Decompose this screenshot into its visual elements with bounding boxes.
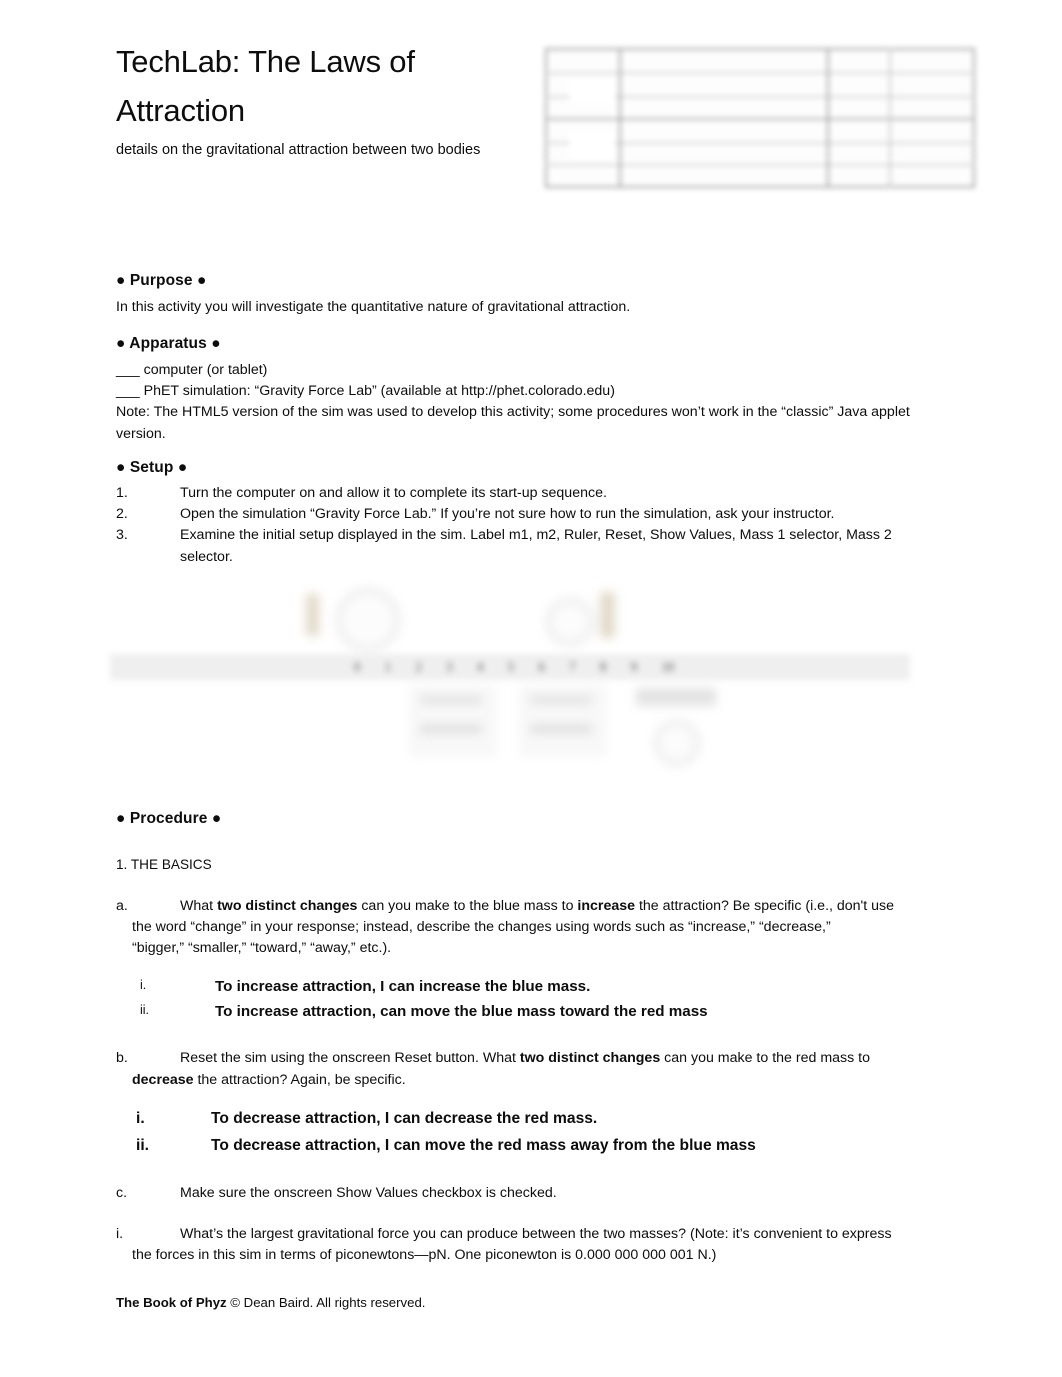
- sim-controls-layer: [108, 578, 918, 778]
- item-b-line2-post: the attraction? Again, be specific.: [193, 1072, 406, 1088]
- procedure-item-b: b. Reset the sim using the onscreen Rese…: [116, 1048, 944, 1070]
- item-a-bold-2: increase: [577, 898, 636, 914]
- answer-b-i: i. To decrease attraction, I can decreas…: [136, 1110, 936, 1128]
- answer-text: To decrease attraction, I can decrease t…: [211, 1110, 598, 1127]
- list-marker: i.: [116, 1226, 124, 1242]
- footer: The Book of Phyz © Dean Baird. All right…: [116, 1295, 425, 1310]
- table-gridline: [545, 72, 975, 74]
- item-a-line1-mid: can you make to the blue mass to: [357, 898, 578, 914]
- setup-step-2: 2. Open the simulation “Gravity Force La…: [116, 504, 936, 526]
- answer-marker: i.: [140, 978, 147, 992]
- table-gridline: [545, 118, 975, 120]
- list-marker: c.: [116, 1185, 128, 1201]
- list-marker: 3.: [116, 527, 128, 543]
- list-marker: 1.: [116, 485, 128, 501]
- footer-brand: The Book of Phyz: [116, 1295, 227, 1310]
- item-b-line2: decrease the attraction? Again, be speci…: [132, 1070, 944, 1092]
- mass-2-label-line: [530, 696, 592, 704]
- table-gridline: [827, 48, 829, 188]
- answer-a-ii: ii. To increase attraction, can move the…: [140, 1003, 940, 1020]
- list-marker: b.: [116, 1050, 128, 1066]
- table-gridline: [545, 164, 975, 166]
- table-cell: [569, 132, 615, 160]
- reset-button-icon: [654, 720, 700, 766]
- mass-1-label-line: [420, 696, 482, 704]
- item-a-line3: “bigger,” “smaller,” “toward,” “away,” e…: [132, 940, 392, 956]
- page-title: TechLab: The Laws of Attraction: [116, 44, 415, 128]
- list-text: Make sure the onscreen Show Values check…: [180, 1185, 557, 1201]
- show-values-checkbox-row: [636, 688, 716, 706]
- answer-marker: i.: [136, 1110, 145, 1127]
- table-gridline: [619, 48, 621, 188]
- item-a-bold-1: two distinct changes: [217, 898, 358, 914]
- item-b-line1-post: can you make to the red mass to: [660, 1050, 870, 1066]
- page-subtitle: details on the gravitational attraction …: [116, 141, 481, 158]
- answer-b-ii: ii. To decrease attraction, I can move t…: [136, 1137, 936, 1155]
- answer-text: To increase attraction, can move the blu…: [215, 1003, 708, 1020]
- procedure-item-c: c. Make sure the onscreen Show Values ch…: [116, 1183, 944, 1205]
- purpose-body: In this activity you will investigate th…: [116, 299, 631, 315]
- mass-1-slider-line: [420, 724, 482, 734]
- procedure-subheading: 1. THE BASICS: [116, 857, 212, 872]
- setup-heading: ● Setup ●: [116, 459, 188, 476]
- document-header: TechLab: The Laws of Attraction details …: [116, 38, 516, 161]
- header-table-image: [541, 44, 979, 192]
- list-marker: a.: [116, 898, 128, 914]
- apparatus-item-computer: ___ computer (or tablet): [116, 362, 268, 378]
- list-text: What two distinct changes can you make t…: [180, 896, 944, 918]
- gravity-force-lab-sim-image: 0 1 2 3 4 5 6 7 8 9 10: [108, 578, 918, 778]
- list-text: Reset the sim using the onscreen Reset b…: [180, 1048, 944, 1070]
- list-text: What’s the largest gravitational force y…: [180, 1226, 892, 1242]
- setup-step-3: 3. Examine the initial setup displayed i…: [116, 525, 944, 568]
- procedure-item-a: a. What two distinct changes can you mak…: [116, 896, 944, 918]
- item-a-line1-pre: What: [180, 898, 218, 914]
- item-i-line2: the forces in this sim in terms of picon…: [132, 1247, 717, 1263]
- item-a-line2: the word “change” in your response; inst…: [132, 919, 831, 935]
- list-text: Open the simulation “Gravity Force Lab.”…: [180, 506, 835, 522]
- table-gridline: [889, 48, 891, 188]
- answer-text: To increase attraction, I can increase t…: [215, 978, 591, 995]
- list-marker: 2.: [116, 506, 128, 522]
- document-page: TechLab: The Laws of Attraction details …: [0, 0, 1062, 1377]
- purpose-heading: ● Purpose ●: [116, 272, 207, 289]
- procedure-item-i: i. What’s the largest gravitational forc…: [116, 1224, 956, 1246]
- item-b-bold-1: two distinct changes: [519, 1050, 661, 1066]
- apparatus-heading: ● Apparatus ●: [116, 335, 221, 352]
- apparatus-note: Note: The HTML5 version of the sim was u…: [116, 404, 910, 442]
- item-a-line1-post: the attraction? Be specific (i.e., don't…: [635, 898, 895, 914]
- item-b-line1-pre: Reset the sim using the onscreen Reset b…: [180, 1050, 520, 1066]
- apparatus-item-phet: ___ PhET simulation: “Gravity Force Lab”…: [116, 383, 615, 399]
- answer-marker: ii.: [140, 1003, 150, 1017]
- answer-a-i: i. To increase attraction, I can increas…: [140, 978, 940, 995]
- list-text: Examine the initial setup displayed in t…: [180, 525, 944, 568]
- setup-step-1: 1. Turn the computer on and allow it to …: [116, 483, 936, 505]
- answer-marker: ii.: [136, 1137, 149, 1154]
- item-b-bold-2: decrease: [132, 1072, 194, 1088]
- list-text-inner: Examine the initial setup displayed in t…: [180, 527, 892, 565]
- footer-copyright: © Dean Baird. All rights reserved.: [226, 1295, 426, 1310]
- table-cell: [569, 76, 615, 104]
- list-text: Turn the computer on and allow it to com…: [180, 485, 607, 501]
- mass-2-slider-line: [530, 724, 592, 734]
- procedure-heading: ● Procedure ●: [116, 810, 222, 827]
- answer-text: To decrease attraction, I can move the r…: [211, 1137, 756, 1154]
